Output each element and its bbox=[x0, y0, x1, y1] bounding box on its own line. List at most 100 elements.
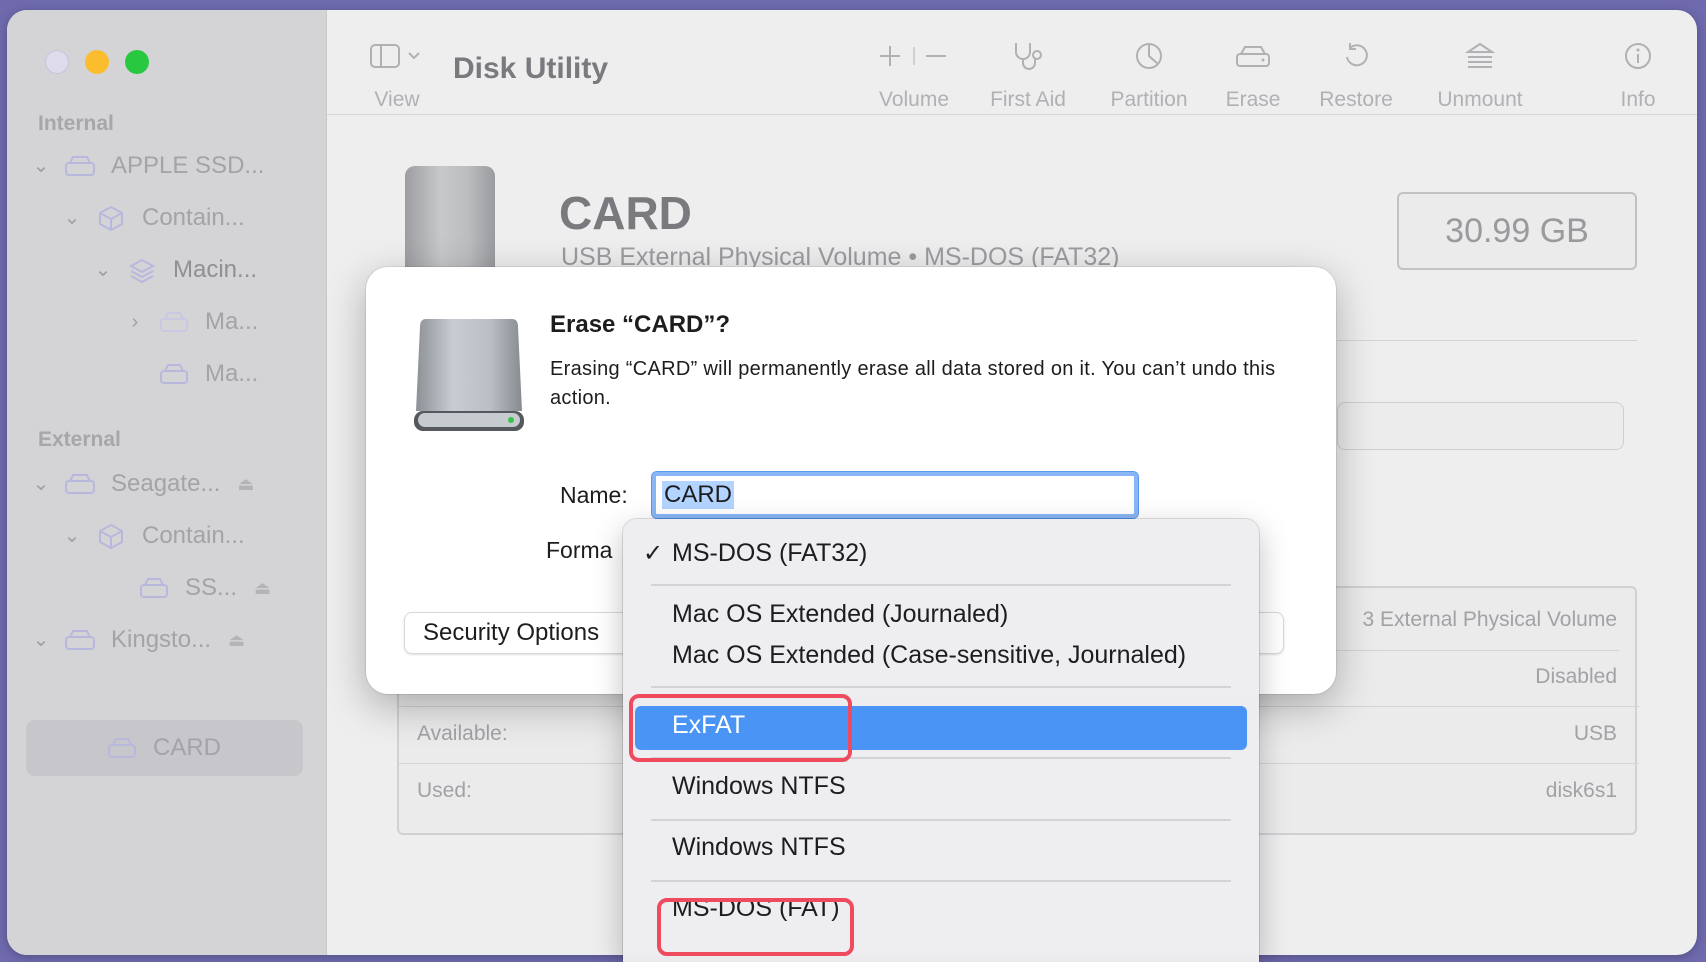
menu-separator bbox=[651, 819, 1231, 821]
ms-dos-fat-callout bbox=[657, 898, 854, 956]
stethoscope-icon bbox=[986, 38, 1070, 74]
menu-item-windows-ntfs[interactable]: Windows NTFS bbox=[672, 772, 846, 801]
eraser-disk-icon bbox=[1222, 38, 1284, 74]
sidebar-item-label: Contain... bbox=[142, 204, 245, 231]
sidebar-item-label: Ma... bbox=[205, 308, 259, 335]
menu-item-windows-ntfs-2[interactable]: Windows NTFS bbox=[672, 833, 846, 862]
exfat-callout bbox=[629, 694, 852, 762]
chevron-right-icon[interactable]: › bbox=[125, 312, 145, 332]
sidebar-item-ss-volume[interactable]: SS... ⏏ bbox=[125, 568, 271, 608]
info-label: Info bbox=[1620, 88, 1656, 111]
drive-icon bbox=[405, 166, 495, 276]
first-aid-button[interactable]: First Aid bbox=[986, 38, 1070, 112]
menu-separator bbox=[651, 880, 1231, 882]
sidebar-item-label: Seagate... bbox=[111, 470, 221, 497]
info-available-label: Available: bbox=[417, 722, 508, 745]
sidebar-item-apple-ssd[interactable]: ⌄ APPLE SSD... bbox=[31, 146, 265, 186]
internal-disk-icon bbox=[63, 151, 97, 181]
chevron-down-icon[interactable]: ⌄ bbox=[31, 156, 51, 176]
volume-name: CARD bbox=[559, 187, 692, 239]
dialog-message: Erasing “CARD” will permanently erase al… bbox=[550, 358, 1276, 409]
sidebar-item-label: Ma... bbox=[205, 360, 259, 387]
view-label: View bbox=[374, 88, 420, 111]
sidebar-item-card[interactable]: CARD bbox=[93, 728, 221, 768]
container-icon bbox=[94, 521, 128, 551]
unmount-button[interactable]: Unmount bbox=[1430, 38, 1530, 112]
chevron-down-icon[interactable]: ⌄ bbox=[31, 474, 51, 494]
eject-icon[interactable]: ⏏ bbox=[254, 578, 271, 599]
sidebar-toggle-icon bbox=[363, 38, 431, 74]
divider bbox=[1337, 340, 1637, 341]
sidebar-item-volume-2[interactable]: Ma... bbox=[145, 354, 258, 394]
restore-arrow-icon bbox=[1315, 38, 1397, 74]
volume-label: Volume bbox=[878, 88, 950, 111]
restore-button[interactable]: Restore bbox=[1315, 38, 1397, 112]
eject-icon[interactable]: ⏏ bbox=[237, 474, 254, 495]
unmount-label: Unmount bbox=[1437, 88, 1523, 111]
info-icon bbox=[1611, 38, 1665, 74]
info-device-value: disk6s1 bbox=[1545, 779, 1617, 802]
sidebar-item-seagate[interactable]: ⌄ Seagate... ⏏ bbox=[31, 464, 255, 504]
volume-button[interactable]: Volume bbox=[874, 38, 954, 112]
maximize-window-button[interactable] bbox=[125, 50, 149, 74]
menu-separator bbox=[651, 686, 1231, 688]
usage-bar bbox=[1337, 402, 1624, 450]
info-type-value: 3 External Physical Volume bbox=[1362, 608, 1617, 631]
sidebar-item-macintosh-hd[interactable]: ⌄ Macin... bbox=[93, 250, 257, 290]
pie-chart-icon bbox=[1102, 38, 1196, 74]
name-input[interactable]: CARD bbox=[651, 471, 1139, 519]
info-button[interactable]: Info bbox=[1611, 38, 1665, 112]
sidebar-section-internal: Internal bbox=[38, 112, 114, 135]
sidebar-item-label: Kingsto... bbox=[111, 626, 212, 653]
volume-icon bbox=[157, 307, 191, 337]
menu-separator bbox=[651, 584, 1231, 586]
sidebar-item-label: Contain... bbox=[142, 522, 245, 549]
security-options-label: Security Options bbox=[423, 619, 600, 646]
name-input-value: CARD bbox=[662, 481, 735, 509]
view-button[interactable]: View bbox=[363, 38, 431, 112]
name-label: Name: bbox=[560, 482, 628, 508]
toolbar: View Disk Utility Volume First Aid Parti… bbox=[327, 10, 1697, 115]
restore-label: Restore bbox=[1319, 88, 1393, 111]
info-owners-value: Disabled bbox=[1535, 665, 1617, 688]
partition-label: Partition bbox=[1110, 88, 1188, 111]
sidebar-item-container[interactable]: ⌄ Contain... bbox=[62, 198, 245, 238]
menu-item-mac-os-extended-journaled[interactable]: Mac OS Extended (Journaled) bbox=[672, 600, 1008, 629]
external-drive-icon bbox=[412, 315, 526, 435]
info-connection-value: USB bbox=[1573, 722, 1617, 745]
app-title: Disk Utility bbox=[453, 52, 609, 85]
dialog-title: Erase “CARD”? bbox=[550, 311, 731, 338]
menu-item-ms-dos-fat32[interactable]: MS-DOS (FAT32) bbox=[672, 539, 867, 568]
volume-icon bbox=[105, 733, 139, 763]
first-aid-label: First Aid bbox=[990, 88, 1066, 111]
sidebar-item-label: CARD bbox=[153, 734, 222, 761]
external-disk-icon bbox=[63, 625, 97, 655]
sidebar: Internal ⌄ APPLE SSD... ⌄ Contain... ⌄ M… bbox=[7, 10, 327, 955]
volume-icon bbox=[137, 573, 171, 603]
chevron-down-icon[interactable]: ⌄ bbox=[31, 630, 51, 650]
volume-icon bbox=[157, 359, 191, 389]
menu-item-mac-os-extended-case-sensitive[interactable]: Mac OS Extended (Case-sensitive, Journal… bbox=[672, 641, 1186, 670]
sidebar-item-container-ext[interactable]: ⌄ Contain... bbox=[62, 516, 245, 556]
eject-icon[interactable]: ⏏ bbox=[228, 630, 245, 651]
chevron-down-icon[interactable]: ⌄ bbox=[62, 208, 82, 228]
minimize-window-button[interactable] bbox=[85, 50, 109, 74]
sidebar-item-label: Macin... bbox=[173, 256, 258, 283]
sidebar-item-label: APPLE SSD... bbox=[111, 152, 265, 179]
chevron-down-icon[interactable]: ⌄ bbox=[93, 260, 113, 280]
checkmark-icon: ✓ bbox=[643, 540, 664, 567]
partition-button[interactable]: Partition bbox=[1102, 38, 1196, 112]
info-used-label: Used: bbox=[417, 779, 472, 802]
erase-button[interactable]: Erase bbox=[1222, 38, 1284, 112]
erase-label: Erase bbox=[1225, 88, 1281, 111]
chevron-down-icon[interactable]: ⌄ bbox=[62, 526, 82, 546]
volume-stack-icon bbox=[125, 255, 159, 285]
format-label: Forma bbox=[546, 537, 613, 563]
sidebar-section-external: External bbox=[38, 428, 121, 451]
unmount-icon bbox=[1430, 38, 1530, 74]
close-window-button[interactable] bbox=[45, 50, 69, 74]
sidebar-item-label: SS... bbox=[185, 574, 238, 601]
sidebar-item-kingston[interactable]: ⌄ Kingsto... ⏏ bbox=[31, 620, 245, 660]
external-disk-icon bbox=[63, 469, 97, 499]
sidebar-item-volume-1[interactable]: › Ma... bbox=[125, 302, 259, 342]
